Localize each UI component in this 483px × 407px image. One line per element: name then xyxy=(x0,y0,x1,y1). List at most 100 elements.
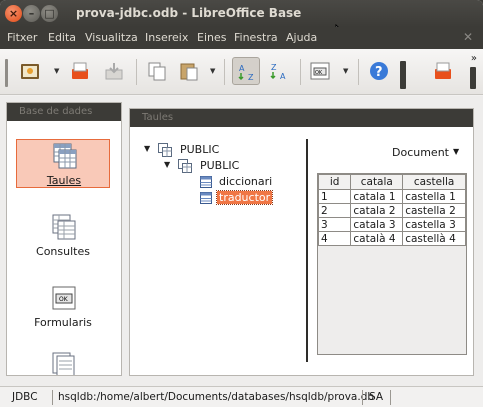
tree-label: traductor xyxy=(215,190,274,205)
libreoffice-base-window: × – □ prova-jdbc.odb - LibreOffice Base … xyxy=(0,0,483,407)
main-area: Base de dades Taules Consultes OK Formul… xyxy=(0,96,483,386)
table-icon xyxy=(53,143,77,169)
query-icon xyxy=(52,214,76,240)
category-formularis[interactable]: OK Formularis xyxy=(16,282,110,331)
table-cell: 4 xyxy=(317,231,352,246)
toolbar-grip[interactable] xyxy=(400,61,406,89)
toolbar-grip[interactable] xyxy=(470,67,476,89)
open-database-icon xyxy=(21,64,39,79)
table-row: 3 catala 3 castella 3 xyxy=(317,217,466,232)
new-document-icon xyxy=(435,62,451,79)
copy-icon xyxy=(148,62,166,81)
table-cell: catala 2 xyxy=(350,203,404,218)
table-preview: id catala castella 1 catala 1 castella 1… xyxy=(317,173,467,355)
table-icon xyxy=(200,176,212,188)
tables-panel-header: Taules xyxy=(130,109,473,127)
svg-text:Z: Z xyxy=(248,73,254,82)
sort-ascending-button[interactable]: A Z xyxy=(232,57,260,85)
category-label: Formularis xyxy=(34,316,92,329)
form-icon: OK xyxy=(52,286,76,310)
category-label: Consultes xyxy=(36,245,90,258)
table-cell: castellà 4 xyxy=(402,231,466,246)
tables-panel: Taules ▼ PUBLIC ▼ PUBLIC diccionari trad… xyxy=(129,108,474,376)
sort-descending-button[interactable]: Z A xyxy=(265,57,293,85)
category-informes[interactable] xyxy=(16,349,110,375)
minimize-window-button[interactable]: – xyxy=(23,5,40,22)
expand-arrow-icon[interactable]: ▼ xyxy=(144,144,150,153)
status-separator xyxy=(390,390,391,405)
database-panel: Base de dades Taules Consultes OK Formul… xyxy=(6,102,122,376)
new-document-button[interactable] xyxy=(429,57,457,85)
copy-button[interactable] xyxy=(143,57,171,85)
open-database-button[interactable] xyxy=(16,57,44,85)
panel-splitter[interactable] xyxy=(306,139,308,362)
category-taules[interactable]: Taules xyxy=(16,139,110,188)
report-icon xyxy=(52,352,75,375)
close-document-icon[interactable]: ✕ xyxy=(463,30,473,44)
export-button[interactable] xyxy=(100,57,128,85)
table-cell: 2 xyxy=(317,203,352,218)
toolbar-separator xyxy=(136,59,137,85)
table-header-row: id catala castella xyxy=(317,174,466,190)
column-header: catala xyxy=(350,174,404,190)
svg-text:?: ? xyxy=(375,65,383,80)
preview-mode-label: Document xyxy=(392,146,449,159)
menu-finestra[interactable]: Finestra xyxy=(234,31,278,44)
paste-dropdown-icon[interactable]: ▼ xyxy=(210,67,215,75)
table-icon xyxy=(200,192,212,204)
database-panel-header: Base de dades xyxy=(7,103,121,121)
table-cell: 1 xyxy=(317,189,352,204)
tree-label: diccionari xyxy=(219,175,273,188)
sort-ascending-icon: A Z xyxy=(238,64,254,82)
form-dropdown-icon[interactable]: ▼ xyxy=(343,67,348,75)
menu-eines[interactable]: Eines xyxy=(197,31,226,44)
table-cell: castella 2 xyxy=(402,203,466,218)
menu-visualitza[interactable]: Visualitza xyxy=(85,31,138,44)
tree-label: PUBLIC xyxy=(180,143,220,156)
chevron-down-icon: ▼ xyxy=(453,147,460,156)
toolbar-overflow-icon[interactable]: » xyxy=(471,53,477,64)
standard-toolbar: ▼ ▼ A Z Z A OK ▼ ? » xyxy=(0,49,483,95)
column-header: id xyxy=(317,174,352,190)
table-row: 2 catala 2 castella 2 xyxy=(317,203,466,218)
table-cell: catala 1 xyxy=(350,189,404,204)
paste-button[interactable] xyxy=(175,57,203,85)
close-window-button[interactable]: × xyxy=(5,5,22,22)
svg-text:OK: OK xyxy=(59,296,69,303)
help-button[interactable]: ? xyxy=(365,57,393,85)
table-row: 1 catala 1 castella 1 xyxy=(317,189,466,204)
svg-text:Z: Z xyxy=(271,63,277,72)
schema-icon xyxy=(178,159,192,173)
maximize-window-button[interactable]: □ xyxy=(41,5,58,22)
menu-ajuda[interactable]: Ajuda xyxy=(286,31,317,44)
table-cell: català 4 xyxy=(350,231,404,246)
status-user: SA xyxy=(369,391,384,403)
save-button[interactable] xyxy=(66,57,94,85)
menu-edita[interactable]: Edita xyxy=(48,31,76,44)
help-icon: ? xyxy=(370,62,388,80)
form-button[interactable]: OK xyxy=(306,57,334,85)
svg-text:A: A xyxy=(280,72,286,81)
table-row: 4 català 4 castellà 4 xyxy=(317,231,466,246)
expand-arrow-icon[interactable]: ▼ xyxy=(164,160,170,169)
category-consultes[interactable]: Consultes xyxy=(16,211,110,260)
preview-mode-selector[interactable]: Document ▼ xyxy=(392,146,459,159)
preview-table: id catala castella 1 catala 1 castella 1… xyxy=(317,174,466,246)
menu-fitxer[interactable]: Fitxer xyxy=(7,31,37,44)
toolbar-grip[interactable] xyxy=(5,59,8,87)
form-icon: OK xyxy=(310,62,330,80)
column-header: castella xyxy=(402,174,466,190)
open-dropdown-icon[interactable]: ▼ xyxy=(54,67,59,75)
table-cell: castella 3 xyxy=(402,217,466,232)
schema-icon xyxy=(158,143,172,157)
table-cell: catala 3 xyxy=(350,217,404,232)
sort-descending-icon: Z A xyxy=(270,63,286,81)
paste-icon xyxy=(180,63,198,81)
table-cell: 3 xyxy=(317,217,352,232)
title-bar[interactable]: × – □ prova-jdbc.odb - LibreOffice Base xyxy=(0,0,483,42)
toolbar-separator xyxy=(224,59,225,85)
svg-text:A: A xyxy=(239,64,245,73)
menu-insereix[interactable]: Insereix xyxy=(145,31,188,44)
save-icon xyxy=(72,62,88,79)
table-cell: castella 1 xyxy=(402,189,466,204)
